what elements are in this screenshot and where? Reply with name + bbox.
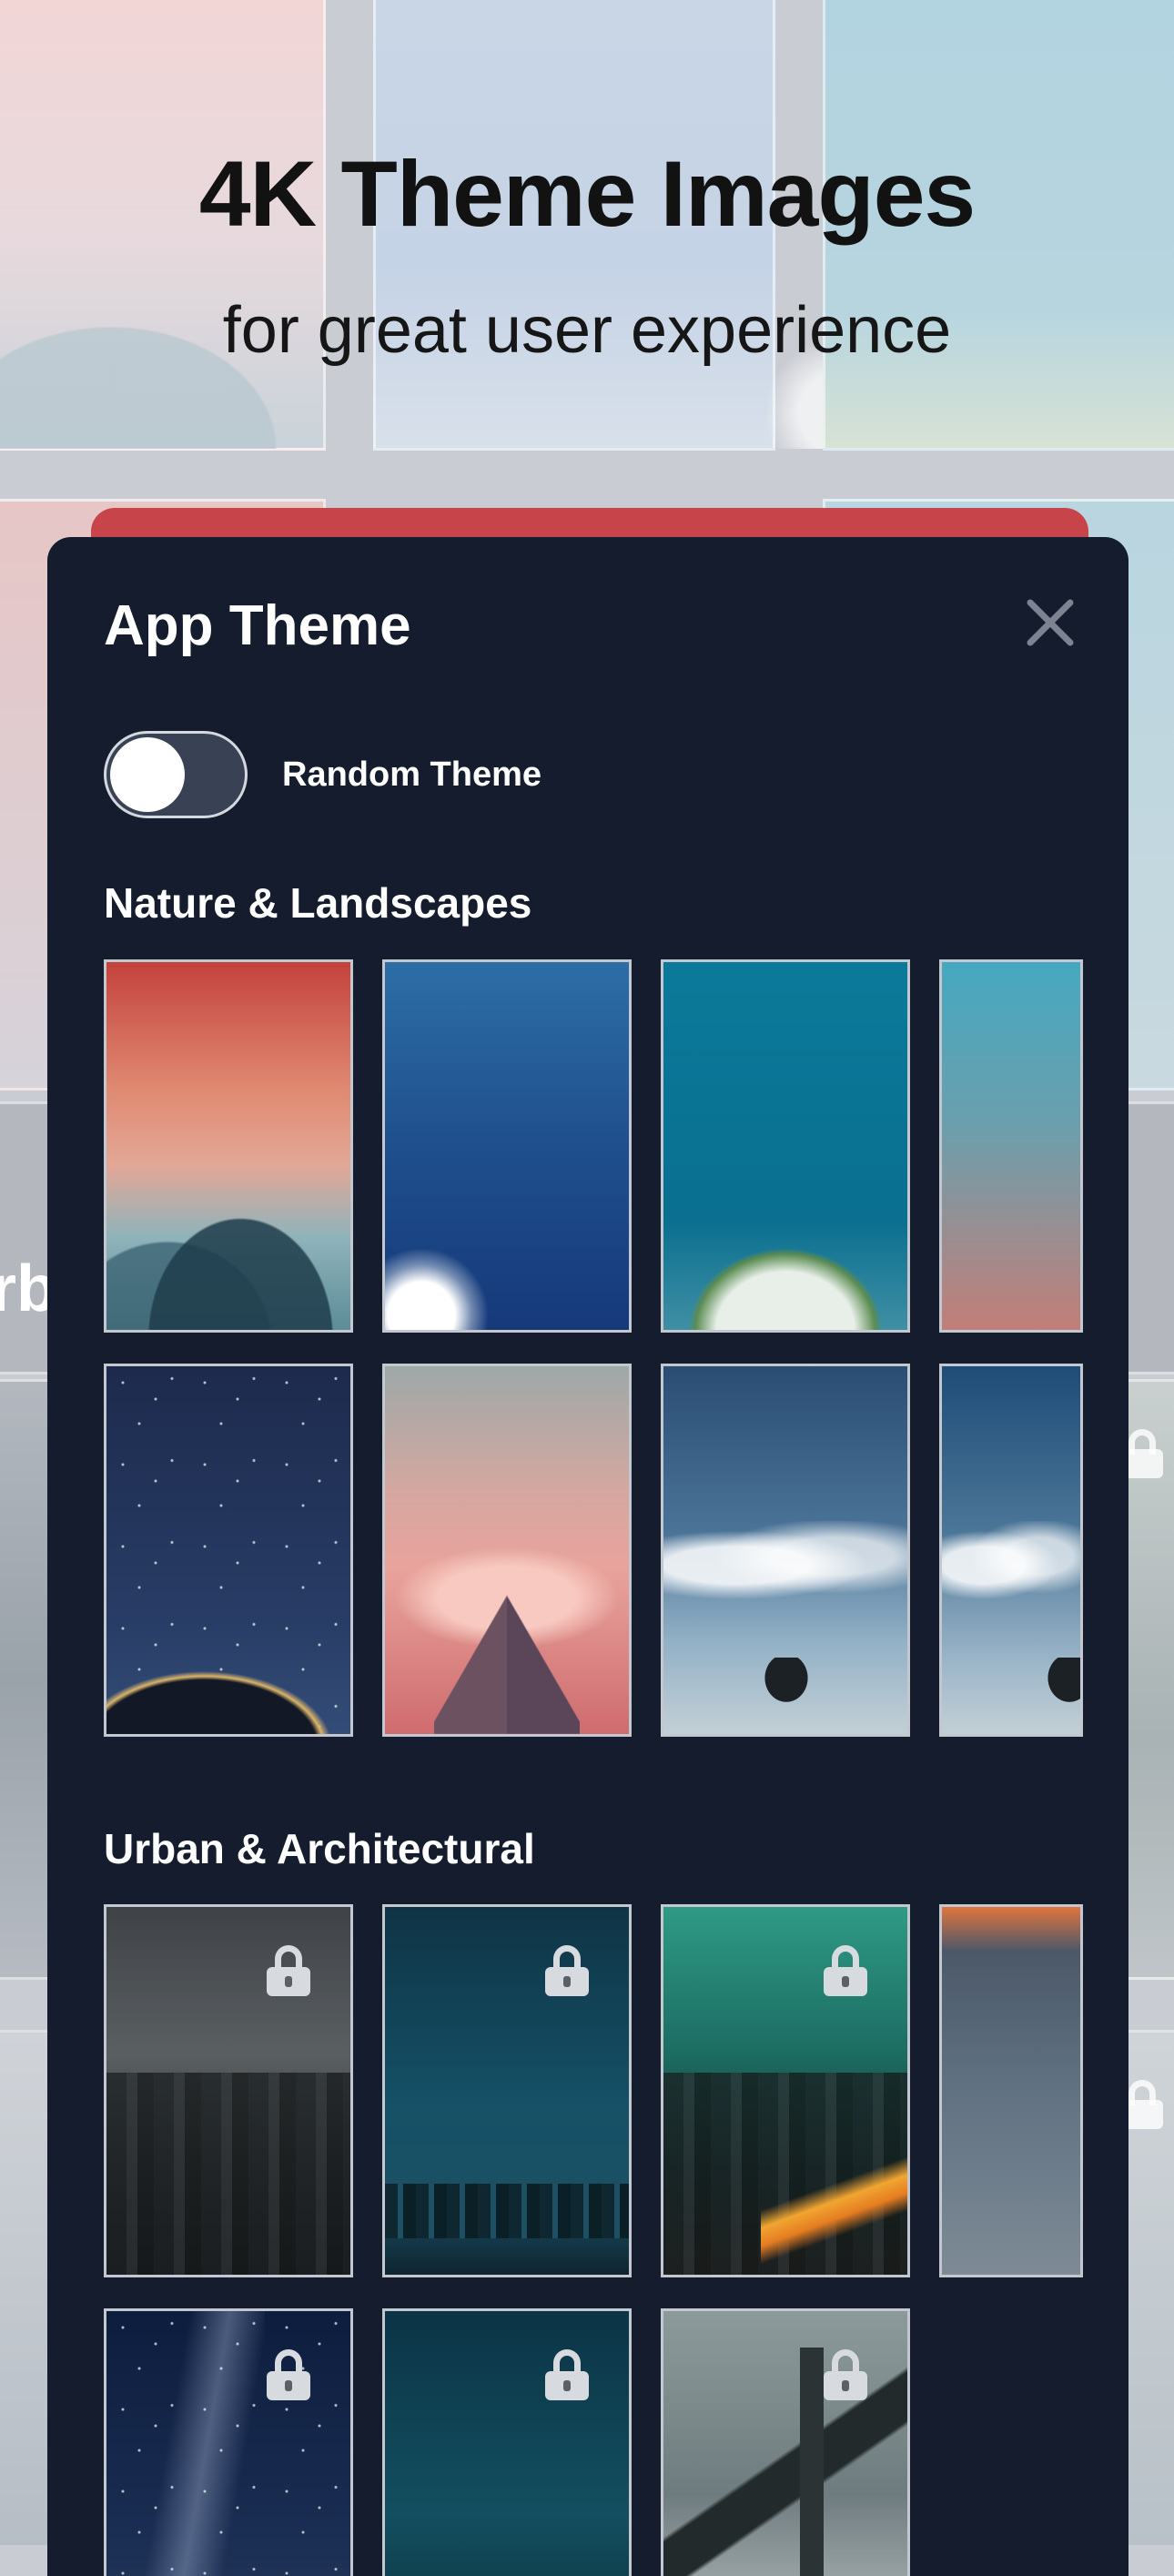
- theme-thumbnail[interactable]: [939, 1904, 1083, 2277]
- theme-thumbnail[interactable]: [104, 959, 353, 1333]
- theme-thumbnail[interactable]: [939, 959, 1083, 1333]
- theme-thumbnail[interactable]: [661, 2308, 910, 2576]
- section-title-urban: Urban & Architectural: [104, 1825, 535, 1872]
- theme-thumbnail[interactable]: [939, 1364, 1083, 1737]
- lock-icon: [545, 1945, 589, 1996]
- toggle-knob: [110, 737, 185, 812]
- lock-icon: [267, 2349, 310, 2400]
- close-button[interactable]: [1021, 593, 1079, 652]
- theme-thumbnail[interactable]: [382, 959, 632, 1333]
- random-theme-label: Random Theme: [282, 755, 542, 794]
- app-theme-modal: App Theme Random Theme Nature & Landscap…: [47, 537, 1128, 2576]
- lock-icon: [824, 2349, 867, 2400]
- theme-thumbnail[interactable]: [382, 1904, 632, 2277]
- theme-thumbnail[interactable]: [104, 2308, 353, 2576]
- theme-thumbnail[interactable]: [661, 1904, 910, 2277]
- modal-title: App Theme: [104, 594, 411, 657]
- hero-subtitle: for great user experience: [222, 294, 952, 367]
- hero-title: 4K Theme Images: [198, 142, 976, 246]
- theme-thumbnail[interactable]: [661, 1364, 910, 1737]
- random-theme-row: Random Theme: [104, 731, 541, 818]
- close-icon: [1027, 599, 1074, 646]
- theme-thumbnail[interactable]: [382, 1364, 632, 1737]
- theme-thumbnail[interactable]: [661, 959, 910, 1333]
- lock-icon: [824, 1945, 867, 1996]
- section-title-nature: Nature & Landscapes: [104, 879, 532, 927]
- theme-thumbnail[interactable]: [104, 1364, 353, 1737]
- theme-thumbnail[interactable]: [104, 1904, 353, 2277]
- random-theme-toggle[interactable]: [104, 731, 248, 818]
- lock-icon: [545, 2349, 589, 2400]
- theme-thumbnail[interactable]: [382, 2308, 632, 2576]
- lock-icon: [267, 1945, 310, 1996]
